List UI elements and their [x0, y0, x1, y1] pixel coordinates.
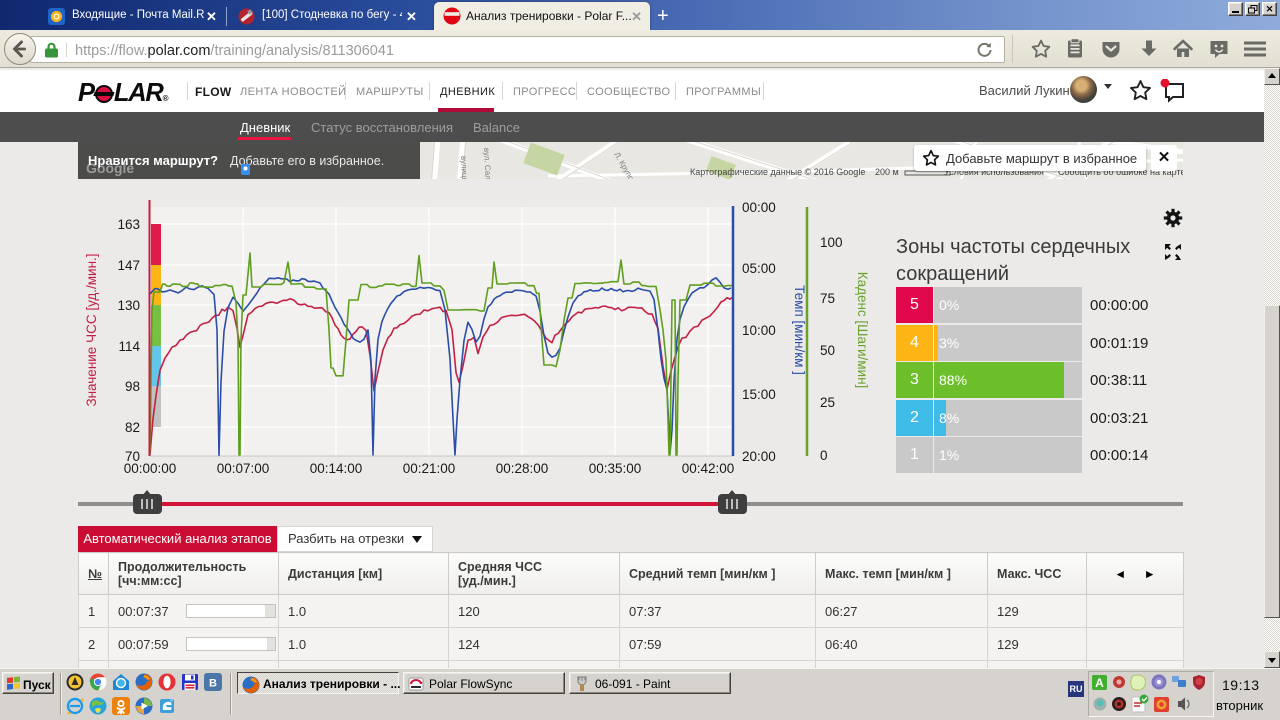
svg-text:100: 100 — [820, 235, 843, 250]
svg-text:25: 25 — [820, 395, 835, 410]
svg-text:00:35:00: 00:35:00 — [589, 461, 642, 476]
svg-text:200 м: 200 м — [875, 167, 899, 177]
svg-text:130: 130 — [117, 298, 140, 313]
svg-text:A: A — [1095, 676, 1104, 690]
svg-text:82: 82 — [125, 420, 140, 435]
svg-text:00:14:00: 00:14:00 — [310, 461, 363, 476]
svg-text:05:00: 05:00 — [742, 261, 776, 276]
svg-text:00:00:00: 00:00:00 — [124, 461, 177, 476]
svg-text:20:00: 20:00 — [742, 449, 776, 464]
svg-text:Картографические данные © 2016: Картографические данные © 2016 Google — [690, 167, 865, 177]
svg-text:00:07:00: 00:07:00 — [217, 461, 270, 476]
svg-text:00:21:00: 00:21:00 — [403, 461, 456, 476]
svg-text:Добавьте его в избранное.: Добавьте его в избранное. — [230, 154, 384, 168]
svg-text:114: 114 — [118, 339, 140, 354]
svg-text:Значение ЧСС [уд./мин.]: Значение ЧСС [уд./мин.] — [84, 253, 99, 406]
svg-text:00:42:00: 00:42:00 — [682, 461, 735, 476]
svg-text:00:28:00: 00:28:00 — [496, 461, 549, 476]
svg-text:B: B — [209, 678, 217, 690]
svg-text:15:00: 15:00 — [742, 387, 776, 402]
svg-text:10:00: 10:00 — [742, 323, 776, 338]
svg-text:Каденс [Шаги/мин]: Каденс [Шаги/мин] — [855, 272, 870, 389]
svg-text:00:00: 00:00 — [742, 200, 776, 215]
svg-text:50: 50 — [820, 343, 835, 358]
svg-text:0: 0 — [820, 448, 828, 463]
svg-text:98: 98 — [125, 379, 140, 394]
svg-text:вул. Сал: вул. Сал — [482, 148, 493, 179]
svg-text:Темп [мин/км ]: Темп [мин/км ] — [792, 285, 807, 375]
svg-text:163: 163 — [117, 217, 140, 232]
svg-text:75: 75 — [820, 291, 835, 306]
svg-text:вулиця: вулиця — [459, 156, 469, 179]
svg-text:147: 147 — [117, 258, 140, 273]
svg-text:Google: Google — [86, 160, 134, 176]
